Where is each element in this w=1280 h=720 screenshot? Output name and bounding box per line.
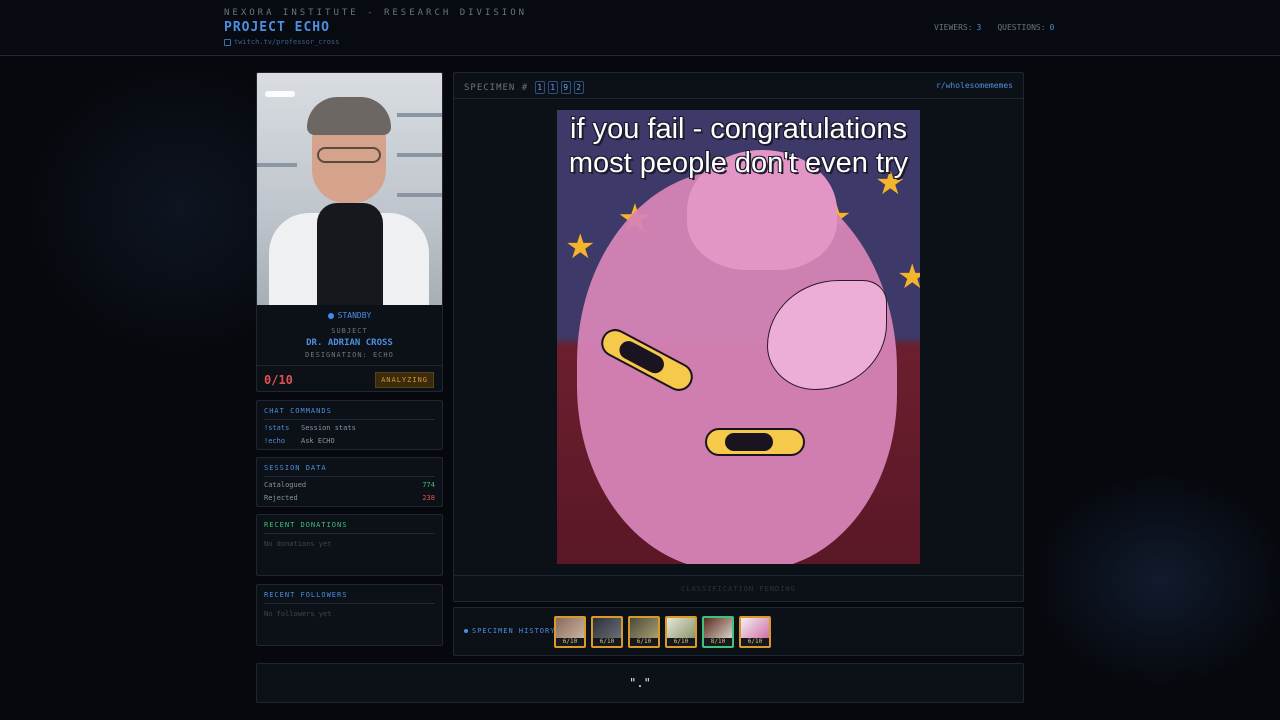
score-row: 0/10 ANALYZING — [257, 365, 442, 391]
history-thumb[interactable]: 6/10 — [554, 616, 586, 648]
specimen-digit: 9 — [561, 81, 572, 94]
header-stats: VIEWERS: 3 QUESTIONS: 0 — [934, 23, 1054, 32]
specimen-image: ★ ★ ★ ★ ★ ★ if you fail - congratulation… — [557, 110, 920, 564]
command-desc: Session stats — [301, 424, 356, 432]
channel-link-text[interactable]: twitch.tv/professor_cross — [234, 38, 339, 46]
echo-response-panel: "." — [256, 663, 1024, 703]
history-thumb[interactable]: 6/10 — [665, 616, 697, 648]
recent-donations-panel: RECENT DONATIONS No donations yet — [256, 514, 443, 576]
session-data-panel: SESSION DATA Catalogued 774 Rejected 238 — [256, 457, 443, 507]
specimen-digit: 2 — [574, 81, 585, 94]
followers-empty: No followers yet — [264, 610, 332, 618]
catalogued-row: Catalogued 774 — [264, 481, 435, 489]
specimen-source[interactable]: r/wholesomememes — [936, 81, 1013, 90]
rejected-count: 238 — [422, 494, 435, 502]
history-dot-icon — [464, 629, 468, 633]
project-title: PROJECT ECHO — [224, 20, 330, 35]
command-desc: Ask ECHO — [301, 437, 335, 445]
classification-status: CLASSIFICATION PENDING — [454, 575, 1023, 601]
recent-followers-panel: RECENT FOLLOWERS No followers yet — [256, 584, 443, 646]
rejected-row: Rejected 238 — [264, 494, 435, 502]
specimen-history-title: SPECIMEN HISTORY — [464, 627, 555, 635]
meme-caption: if you fail - congratulations most peopl… — [568, 113, 909, 179]
command-row: !stats Session stats — [264, 424, 435, 432]
subject-designation: DESIGNATION: ECHO — [305, 351, 394, 359]
subject-label: SUBJECT — [331, 327, 368, 335]
specimen-history-panel: SPECIMEN HISTORY 6/10 6/10 6/10 6/10 8/1… — [453, 607, 1024, 656]
channel-link[interactable]: twitch.tv/professor_cross — [224, 38, 339, 46]
specimen-digit: 1 — [548, 81, 559, 94]
viewers-stat: VIEWERS: 3 — [934, 23, 982, 32]
command-name: !echo — [264, 437, 286, 445]
analyzing-badge: ANALYZING — [375, 372, 434, 388]
questions-stat: QUESTIONS: 0 — [997, 23, 1055, 32]
donations-empty: No donations yet — [264, 540, 332, 548]
history-thumb[interactable]: 6/10 — [628, 616, 660, 648]
subject-name: DR. ADRIAN CROSS — [306, 338, 393, 348]
command-row: !echo Ask ECHO — [264, 437, 435, 445]
catalogued-count: 774 — [422, 481, 435, 489]
specimen-panel: SPECIMEN # 1 1 9 2 r/wholesomememes ★ ★ … — [453, 72, 1024, 602]
link-icon — [224, 38, 231, 46]
specimen-header: SPECIMEN # 1 1 9 2 r/wholesomememes — [454, 73, 1023, 99]
top-header: NEXORA INSTITUTE - RESEARCH DIVISION PRO… — [0, 0, 1280, 56]
history-thumb[interactable]: 8/10 — [702, 616, 734, 648]
command-name: !stats — [264, 424, 290, 432]
specimen-digit: 1 — [535, 81, 546, 94]
subject-status: STANDBY — [257, 311, 442, 320]
recent-donations-title: RECENT DONATIONS — [264, 521, 435, 534]
chat-commands-panel: CHAT COMMANDS !stats Session stats !echo… — [256, 400, 443, 450]
history-thumb[interactable]: 6/10 — [591, 616, 623, 648]
recent-followers-title: RECENT FOLLOWERS — [264, 591, 435, 604]
org-title: NEXORA INSTITUTE - RESEARCH DIVISION — [224, 8, 528, 18]
history-thumb[interactable]: 6/10 — [739, 616, 771, 648]
subject-card: STANDBY SUBJECT DR. ADRIAN CROSS DESIGNA… — [256, 72, 443, 392]
echo-response-text: "." — [629, 676, 651, 690]
session-data-title: SESSION DATA — [264, 464, 435, 477]
subject-photo — [257, 73, 442, 305]
chat-commands-title: CHAT COMMANDS — [264, 407, 435, 420]
current-score: 0/10 — [264, 373, 293, 387]
specimen-number: SPECIMEN # 1 1 9 2 — [464, 81, 585, 94]
status-dot-icon — [327, 312, 334, 319]
